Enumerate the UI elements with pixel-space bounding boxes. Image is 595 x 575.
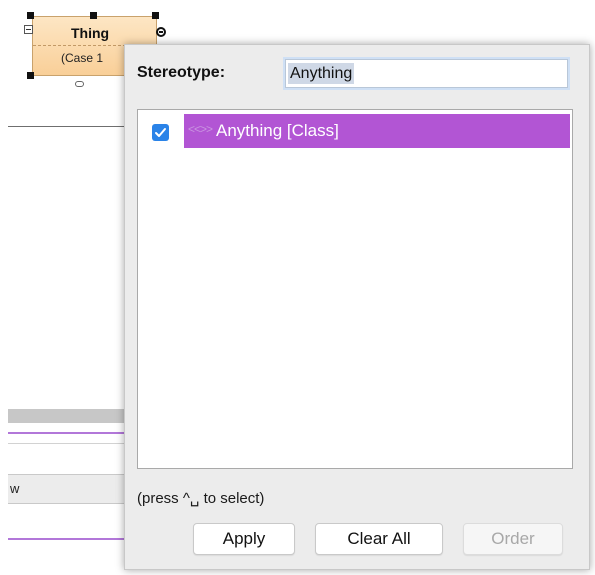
stereotype-list[interactable]: <<>> Anything [Class]	[137, 109, 573, 469]
resize-handle-top-left[interactable]	[27, 12, 34, 19]
selection-rule-top	[8, 432, 126, 434]
stereotype-input-text: Anything	[288, 63, 355, 84]
stereotype-popup: Stereotype: Anything <<>> Anything [Clas…	[124, 44, 590, 570]
list-item-label: Anything [Class]	[216, 121, 339, 140]
divider-line	[8, 443, 126, 444]
stereotype-label: Stereotype:	[137, 64, 226, 81]
apply-button[interactable]: Apply	[193, 523, 295, 555]
resize-handle-bottom-left[interactable]	[27, 72, 34, 79]
table-column-header[interactable]: w	[8, 474, 126, 504]
column-header-label: w	[10, 481, 20, 496]
collapse-icon[interactable]	[24, 25, 33, 34]
resize-handle-top-right[interactable]	[152, 12, 159, 19]
add-connection-handle-icon[interactable]	[156, 27, 166, 37]
class-subtitle: (Case 1	[61, 51, 104, 65]
selection-rule-bottom	[8, 538, 126, 540]
clear-all-button[interactable]: Clear All	[315, 523, 443, 555]
list-item[interactable]: <<>> Anything [Class]	[138, 112, 572, 148]
list-item-selection[interactable]: <<>> Anything [Class]	[184, 114, 570, 148]
checkmark-icon	[155, 128, 166, 137]
resize-handle-top[interactable]	[90, 12, 97, 19]
link-icon	[75, 81, 84, 87]
class-name: Thing	[71, 25, 110, 41]
keyboard-hint: (press ^␣ to select)	[137, 490, 265, 507]
stereotype-input[interactable]: Anything	[283, 57, 570, 90]
item-checkbox[interactable]	[152, 124, 169, 141]
stereotype-icon: <<>>	[188, 122, 213, 136]
order-button[interactable]: Order	[463, 523, 563, 555]
divider-line	[8, 126, 126, 127]
scrollbar-track[interactable]	[8, 409, 126, 423]
